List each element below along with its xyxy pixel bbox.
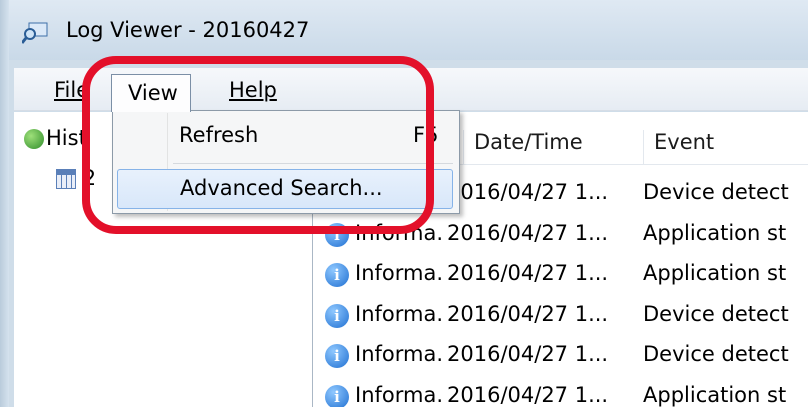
info-icon: i (325, 222, 349, 247)
cell-event: Application st (643, 382, 787, 407)
cell-level: Informa. (355, 301, 444, 326)
cell-level: Informa. (355, 382, 444, 407)
menu-item-refresh-shortcut: F5 (413, 123, 439, 147)
cell-date: 2016/04/27 1... (447, 180, 609, 204)
column-header-event[interactable]: Event (643, 130, 714, 164)
menu-file[interactable]: File (44, 74, 99, 106)
tree-item-date[interactable]: 2 (56, 166, 96, 190)
cell-date: 2016/04/27 1... (447, 342, 609, 366)
calendar-icon (56, 169, 76, 189)
globe-icon (24, 129, 44, 149)
column-header-date[interactable]: Date/Time (463, 130, 583, 164)
info-icon: i (325, 263, 349, 287)
magnifier-log-icon (20, 22, 48, 44)
cell-level: Informa. (355, 220, 444, 245)
menu-help[interactable]: Help (219, 74, 287, 106)
table-row[interactable]: i Informa. 2016/04/27 1... Application s… (313, 255, 808, 296)
cell-event: Device detect (643, 342, 789, 366)
tree-item-date-label: 2 (82, 166, 97, 190)
window-title: Log Viewer - 20160427 (66, 18, 310, 42)
cell-date: 2016/04/27 1... (447, 382, 609, 407)
menu-item-advanced-search[interactable]: Advanced Search... (117, 169, 453, 209)
cell-date: 2016/04/27 1... (447, 261, 609, 285)
cell-date: 2016/04/27 1... (447, 301, 609, 326)
menu-view-label: View (128, 81, 178, 105)
table-row[interactable]: i Informa. 2016/04/27 1... Device detect (313, 296, 808, 337)
view-menu-dropdown: Refresh F5 Advanced Search... (112, 110, 460, 214)
info-icon: i (325, 384, 349, 407)
info-icon: i (325, 344, 349, 368)
tree-item-history[interactable]: Hist (24, 126, 87, 150)
cell-event: Application st (643, 261, 787, 285)
table-row[interactable]: i Informa. 2016/04/27 1... Device detect (313, 336, 808, 377)
info-icon: i (325, 303, 349, 328)
menu-separator (173, 163, 453, 164)
log-viewer-window: Log Viewer - 20160427 File Help View His… (0, 0, 808, 407)
cell-level: Informa. (355, 261, 444, 285)
table-row[interactable]: i Informa. 2016/04/27 1... Application s… (313, 215, 808, 256)
menu-item-refresh[interactable]: Refresh F5 (113, 117, 459, 157)
menu-file-label: File (54, 78, 90, 102)
cell-event: Device detect (643, 301, 789, 326)
title-bar: Log Viewer - 20160427 (0, 0, 808, 60)
menu-view[interactable]: View (111, 74, 191, 112)
menu-item-advanced-search-label: Advanced Search... (180, 176, 383, 200)
window-frame (0, 0, 9, 407)
menu-item-refresh-label: Refresh (179, 123, 259, 147)
tree-item-history-label: Hist (46, 126, 87, 150)
table-row[interactable]: i Informa. 2016/04/27 1... Application s… (313, 377, 808, 407)
cell-date: 2016/04/27 1... (447, 220, 609, 245)
cell-level: Informa. (355, 342, 444, 366)
menu-help-label: Help (229, 78, 277, 102)
cell-event: Device detect (643, 180, 789, 204)
cell-event: Application st (643, 220, 787, 245)
